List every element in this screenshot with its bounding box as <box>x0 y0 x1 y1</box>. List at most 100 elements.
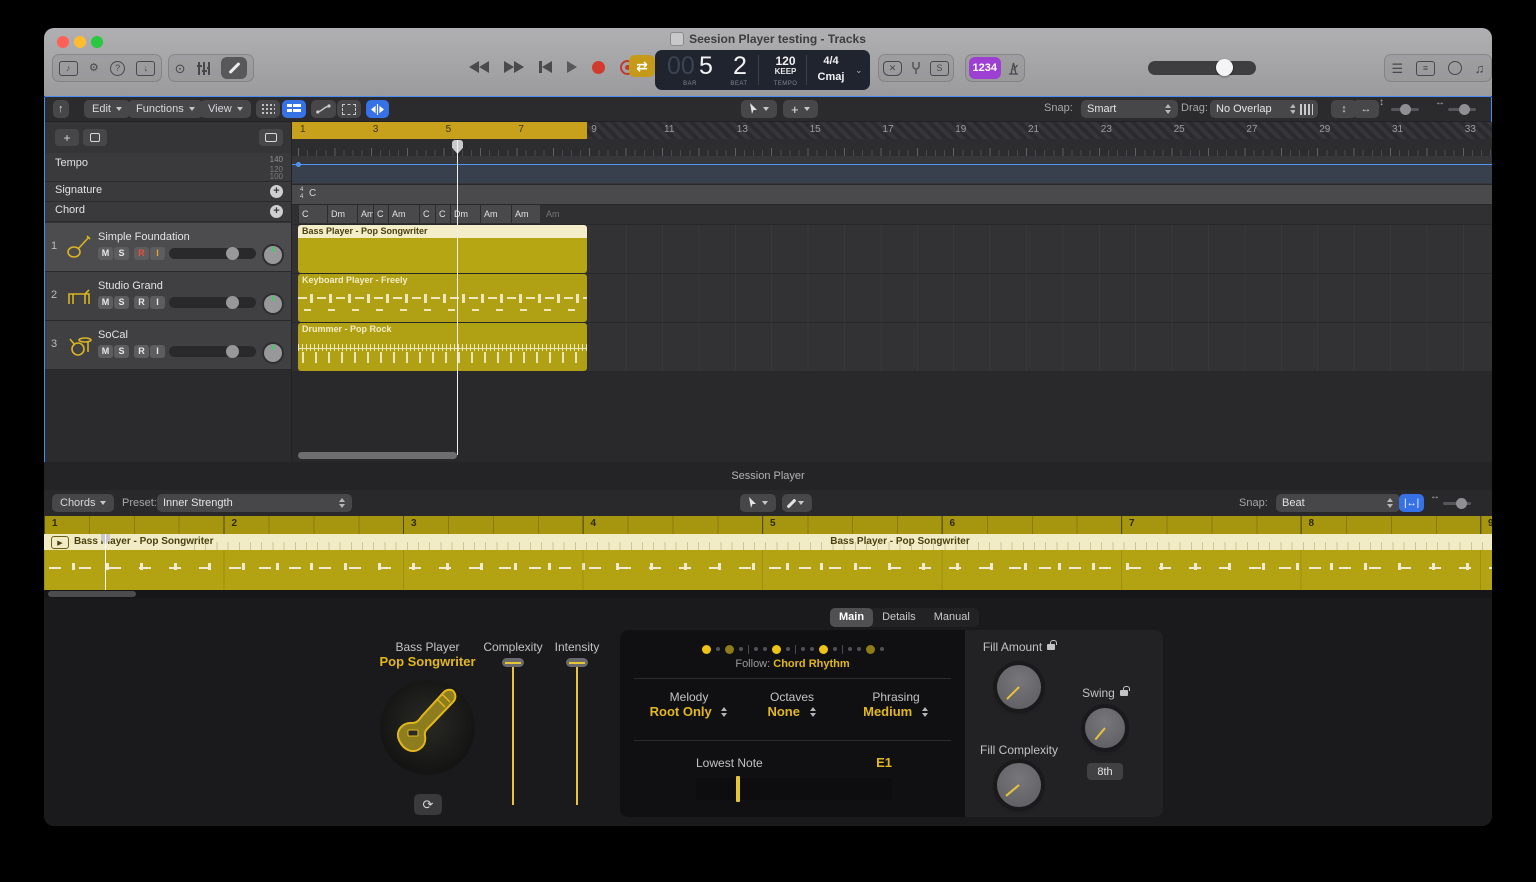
ruler-tick-band[interactable] <box>292 139 1492 156</box>
region-keyboard[interactable]: Keyboard Player - Freely <box>298 274 587 322</box>
record-enable-button[interactable]: R <box>134 296 149 309</box>
mixer-icon[interactable] <box>197 62 210 75</box>
lcd-chevron-down-icon[interactable]: ⌄ <box>855 65 863 76</box>
region-drummer[interactable]: Drummer - Pop Rock <box>298 323 587 371</box>
help-icon[interactable]: ? <box>110 61 125 76</box>
loop-browser-icon[interactable] <box>1448 61 1462 75</box>
track-header-2[interactable]: 2 Studio Grand M S R I <box>45 272 291 321</box>
functions-menu[interactable]: Functions <box>128 100 203 118</box>
chord-segment[interactable]: Am <box>480 205 511 223</box>
volume-thumb[interactable] <box>226 247 239 260</box>
octaves-param[interactable]: Octaves None <box>737 690 847 719</box>
chord-add-button[interactable]: + <box>270 205 283 218</box>
fill-amount-knob[interactable] <box>997 665 1041 709</box>
pattern-display[interactable] <box>620 640 965 658</box>
solo-button[interactable]: S <box>114 247 129 260</box>
track-name[interactable]: SoCal <box>98 329 128 341</box>
tab-manual[interactable]: Manual <box>925 608 979 627</box>
library-icon[interactable]: ♪ <box>59 61 78 76</box>
intensity-slider-handle[interactable] <box>566 658 588 667</box>
complexity-slider-handle[interactable] <box>502 658 524 667</box>
snap-dropdown[interactable]: Smart <box>1081 100 1178 118</box>
fill-amount-lock-icon[interactable] <box>1047 644 1055 650</box>
editor-ruler[interactable]: 123456789 <box>44 516 1492 534</box>
inspector-icon[interactable]: ↓ <box>136 61 155 76</box>
tempo-point[interactable] <box>296 162 301 167</box>
signature-track-header[interactable]: Signature + <box>45 182 291 202</box>
marquee-tool-button[interactable] <box>337 100 361 118</box>
volume-slider[interactable] <box>169 346 256 357</box>
region-play-chip[interactable]: ▶ <box>51 536 69 549</box>
command-click-tool-menu[interactable]: + <box>783 100 818 118</box>
tempo-track-header[interactable]: Tempo 140 120 100 <box>45 153 291 182</box>
drag-dropdown[interactable]: No Overlap <box>1210 100 1303 118</box>
chord-segment[interactable]: C <box>298 205 327 223</box>
pan-knob[interactable] <box>262 293 284 315</box>
volume-slider[interactable] <box>169 248 256 259</box>
media-browser-icon[interactable]: ♫ <box>1475 62 1485 75</box>
chord-track-header[interactable]: Chord + <box>45 202 291 222</box>
solo-button[interactable]: S <box>114 345 129 358</box>
swing-lock-icon[interactable] <box>1120 690 1128 696</box>
editor-catch-button[interactable]: |↔| <box>1399 494 1424 512</box>
pan-knob[interactable] <box>262 244 284 266</box>
volume-slider[interactable] <box>169 297 256 308</box>
chord-segment[interactable]: C <box>435 205 450 223</box>
mute-button[interactable]: M <box>98 247 113 260</box>
mute-button[interactable]: M <box>98 296 113 309</box>
add-track-button[interactable]: + <box>55 129 79 146</box>
chord-segment[interactable]: Am <box>388 205 419 223</box>
editor-pointer-tool-menu[interactable] <box>740 494 776 512</box>
horizontal-auto-zoom-button[interactable]: ↔ <box>1353 100 1379 118</box>
chord-segment[interactable]: Am <box>511 205 540 223</box>
melody-value[interactable]: Root Only <box>634 704 744 719</box>
tempo-lane[interactable] <box>292 156 1492 185</box>
chord-segment[interactable]: Am <box>357 205 373 223</box>
cycle-button[interactable]: ⇄ <box>629 55 655 77</box>
controls-dial-icon[interactable]: ⊙ <box>175 62 186 75</box>
track-name[interactable]: Studio Grand <box>98 280 163 292</box>
editor-scrollbar-thumb[interactable] <box>48 591 136 597</box>
editor-zoom-slider[interactable]: ↔ <box>1430 491 1440 502</box>
catch-playhead-button[interactable] <box>366 100 389 118</box>
pencil-tool-button[interactable] <box>221 57 247 79</box>
melody-param[interactable]: Melody Root Only <box>634 690 744 719</box>
signature-add-button[interactable]: + <box>270 185 283 198</box>
solo-status-icon[interactable]: S <box>930 61 949 76</box>
volume-thumb[interactable] <box>226 345 239 358</box>
preset-dropdown[interactable]: Inner Strength <box>157 494 352 512</box>
play-button[interactable] <box>567 61 577 73</box>
master-volume-slider[interactable] <box>1148 61 1256 75</box>
list-editors-icon[interactable]: ☰ <box>1391 62 1403 75</box>
editor-snap-dropdown[interactable]: Beat <box>1276 494 1400 512</box>
chords-mode-menu[interactable]: Chords <box>52 494 114 512</box>
record-button[interactable] <box>592 61 605 74</box>
signature-lane[interactable]: 44 C <box>292 185 1492 205</box>
chord-segment[interactable]: C <box>419 205 435 223</box>
quick-settings-icon[interactable]: ⚙ <box>89 63 99 74</box>
follow-row[interactable]: Follow: Chord Rhythm <box>620 658 965 670</box>
note-pads-icon[interactable]: ≡ <box>1416 61 1435 76</box>
lcd-display[interactable]: 00 5 BAR 2 BEAT 120 KEEP TEMPO 4/4 Cmaj … <box>655 50 870 90</box>
input-monitor-button[interactable]: I <box>150 345 165 358</box>
lowest-note-slider[interactable] <box>696 778 892 800</box>
left-click-tool-menu[interactable] <box>741 100 777 118</box>
region-bass[interactable]: Bass Player - Pop Songwriter <box>298 225 587 273</box>
input-monitor-button[interactable]: I <box>150 247 165 260</box>
swing-knob[interactable] <box>1085 708 1125 748</box>
track-header-panel-button[interactable] <box>259 129 283 146</box>
vertical-zoom-slider[interactable]: ↕ <box>1379 97 1384 108</box>
track-header-3[interactable]: 3 SoCal M S R I <box>45 321 291 370</box>
editor-pencil-tool-menu[interactable] <box>782 494 812 512</box>
edit-menu[interactable]: Edit <box>84 100 130 118</box>
metronome-icon[interactable] <box>1006 61 1021 76</box>
chord-segment[interactable]: Dm <box>327 205 357 223</box>
automation-button[interactable] <box>311 100 336 118</box>
tab-details[interactable]: Details <box>873 608 925 627</box>
bar-ruler[interactable]: 13579111315171921232527293133 <box>292 122 1492 139</box>
editor-region-body[interactable] <box>44 550 1492 590</box>
solo-button[interactable]: S <box>114 296 129 309</box>
volume-thumb[interactable] <box>226 296 239 309</box>
tab-main[interactable]: Main <box>830 608 873 627</box>
master-volume-thumb[interactable] <box>1216 59 1233 76</box>
